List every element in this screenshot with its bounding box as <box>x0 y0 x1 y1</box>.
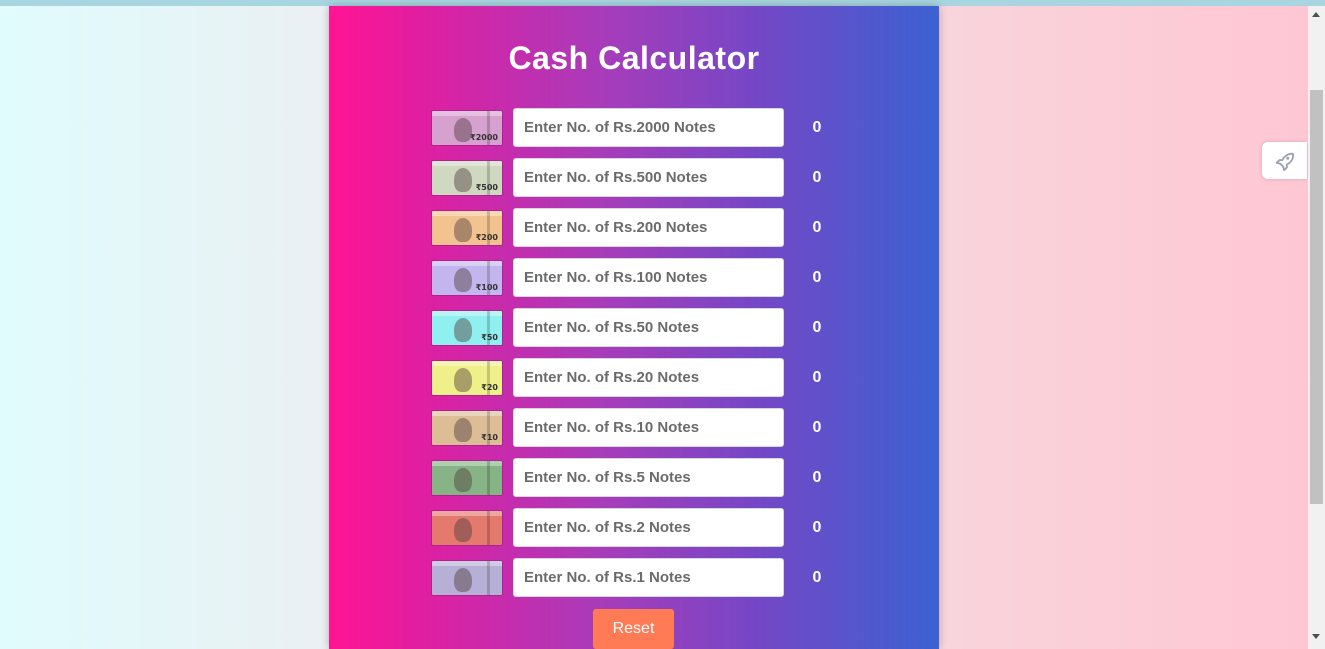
row-total: 0 <box>812 469 822 486</box>
note-row: ₹2000 0 <box>432 108 852 148</box>
row-total: 0 <box>812 169 822 186</box>
note-row: ₹500 0 <box>432 158 852 198</box>
row-total: 0 <box>812 369 822 386</box>
note-count-input[interactable] <box>513 258 784 297</box>
note-count-input[interactable] <box>513 408 784 447</box>
calculator-panel: Cash Calculator ₹20000₹5000₹2000₹1000₹50… <box>329 6 939 649</box>
note-row: ₹200 0 <box>432 208 852 248</box>
rs-1-note-image <box>432 561 502 595</box>
note-count-input[interactable] <box>513 458 784 497</box>
note-row: 0 <box>432 508 852 548</box>
rs-100-note-image: ₹100 <box>432 261 502 295</box>
rs-200-note-image: ₹200 <box>432 211 502 245</box>
note-count-input[interactable] <box>513 358 784 397</box>
scroll-up-arrow-icon[interactable] <box>1312 12 1320 17</box>
note-count-input[interactable] <box>513 308 784 347</box>
note-count-input[interactable] <box>513 558 784 597</box>
side-widget-button[interactable] <box>1262 142 1307 179</box>
note-count-input[interactable] <box>513 208 784 247</box>
scrollbar-thumb[interactable] <box>1310 90 1323 504</box>
note-row: 0 <box>432 558 852 598</box>
row-total: 0 <box>812 219 822 236</box>
rs-10-note-image: ₹10 <box>432 411 502 445</box>
page-title: Cash Calculator <box>508 40 760 76</box>
note-count-input[interactable] <box>513 108 784 147</box>
note-row: ₹100 0 <box>432 258 852 298</box>
note-row: ₹50 0 <box>432 308 852 348</box>
reset-button[interactable]: Reset <box>593 609 674 649</box>
row-total: 0 <box>812 269 822 286</box>
row-total: 0 <box>812 569 822 586</box>
row-total: 0 <box>812 519 822 536</box>
note-count-input[interactable] <box>513 158 784 197</box>
rs-50-note-image: ₹50 <box>432 311 502 345</box>
rs-2-note-image <box>432 511 502 545</box>
vertical-scrollbar[interactable] <box>1308 6 1325 649</box>
scroll-down-arrow-icon[interactable] <box>1312 634 1320 639</box>
row-total: 0 <box>812 319 822 336</box>
rs-20-note-image: ₹20 <box>432 361 502 395</box>
note-row: ₹20 0 <box>432 358 852 398</box>
rs-500-note-image: ₹500 <box>432 161 502 195</box>
rs-2000-note-image: ₹2000 <box>432 111 502 145</box>
rocket-icon <box>1275 152 1295 172</box>
note-count-input[interactable] <box>513 508 784 547</box>
note-row: 0 <box>432 458 852 498</box>
rs-5-note-image <box>432 461 502 495</box>
row-total: 0 <box>812 419 822 436</box>
note-row: ₹10 0 <box>432 408 852 448</box>
row-total: 0 <box>812 119 822 136</box>
